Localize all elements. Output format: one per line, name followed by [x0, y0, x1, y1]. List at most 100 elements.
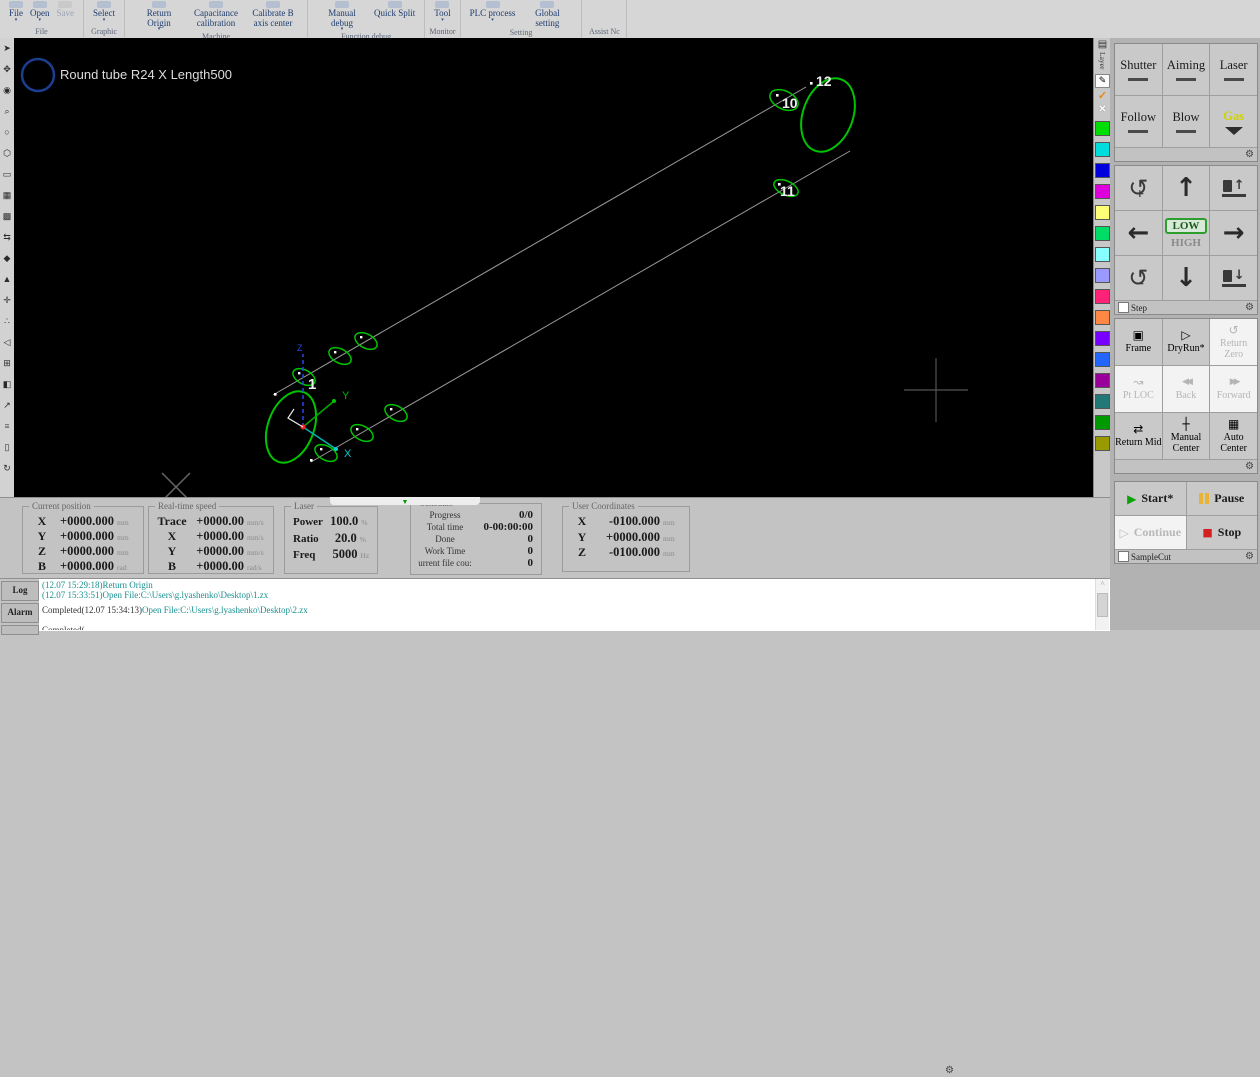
hatch-tool-icon[interactable]: ▩ [0, 206, 14, 227]
calibrate-b-axis-center-button[interactable]: Calibrate B axis center [246, 1, 300, 28]
layer-edit-icon[interactable]: ✎ [1095, 73, 1110, 88]
z-down-button[interactable]: ↓ [1210, 256, 1257, 300]
layer-clear-icon[interactable]: ✕ [1098, 103, 1106, 116]
forward-button[interactable]: ▶▶ Forward [1210, 366, 1257, 412]
select-tool-icon[interactable]: ➤ [0, 38, 14, 59]
status-collapse-handle[interactable]: ▼ [330, 497, 480, 506]
shutter-button[interactable]: Shutter [1115, 44, 1162, 95]
speed-high-label[interactable]: HIGH [1171, 237, 1201, 249]
file-button[interactable]: File ▾ [7, 1, 25, 23]
layer-color-swatch[interactable] [1095, 351, 1110, 367]
tab-log[interactable]: Log [1, 581, 39, 601]
jog-settings-gear-icon[interactable]: ⚙ [1245, 302, 1254, 314]
layer-color-swatch[interactable] [1095, 372, 1110, 388]
layers-icon[interactable]: ▤ [1098, 38, 1107, 51]
jog-left-button[interactable]: ← [1115, 211, 1162, 255]
layer-color-swatch[interactable] [1095, 414, 1110, 430]
layer-color-swatch[interactable] [1095, 330, 1110, 346]
return-zero-button[interactable]: ↺ Return Zero [1210, 319, 1257, 365]
layer-color-swatch[interactable] [1095, 288, 1110, 304]
open-button[interactable]: Open ▾ [28, 1, 52, 23]
jog-up-button[interactable]: ↑ [1162, 166, 1210, 210]
samplecut-checkbox[interactable] [1118, 551, 1129, 562]
zoom-tool-icon[interactable]: ⌕ [0, 101, 14, 122]
manual-center-button[interactable]: ┼ Manual Center [1162, 413, 1210, 459]
tube-end-ellipse-near[interactable] [257, 384, 326, 469]
pt-loc-button[interactable]: ↝ Pt LOC [1115, 366, 1162, 412]
revert-tool-icon[interactable]: ↻ [0, 458, 14, 479]
jog-right-button[interactable]: → [1210, 211, 1257, 255]
manual-debug-button[interactable]: Manual debug ▾ [315, 1, 369, 32]
pan-tool-icon[interactable]: ✥ [0, 59, 14, 80]
rotate-minus-button[interactable]: ↺ − [1115, 256, 1162, 300]
aiming-button[interactable]: Aiming [1162, 44, 1210, 95]
measure-tool-icon[interactable]: ↗ [0, 395, 14, 416]
rotate-plus-button[interactable]: ↺ + [1115, 166, 1162, 210]
speed-low-badge[interactable]: LOW [1164, 217, 1208, 234]
capacitance-calibration-button[interactable]: Capacitance calibration [189, 1, 243, 28]
global-setting-button[interactable]: Global setting [520, 1, 574, 28]
layer-color-swatch[interactable] [1095, 225, 1110, 241]
start-button[interactable]: ▶ Start* [1115, 482, 1186, 515]
erase-tool-icon[interactable]: ◁ [0, 332, 14, 353]
layer-color-swatch[interactable] [1095, 162, 1110, 178]
tab-alarm[interactable]: Alarm [1, 603, 39, 623]
tab-partial[interactable] [1, 625, 39, 635]
fill-tool-icon[interactable]: ◧ [0, 374, 14, 395]
layer-color-swatch[interactable] [1095, 141, 1110, 157]
layer-color-swatch[interactable] [1095, 393, 1110, 409]
plc-process-button[interactable]: PLC process ▾ [468, 1, 518, 23]
layer-color-swatch[interactable] [1095, 204, 1110, 220]
tube-edge-top[interactable] [272, 86, 807, 396]
return-origin-button[interactable]: Return Origin ▾ [132, 1, 186, 32]
polygon-tool-icon[interactable]: ⬡ [0, 143, 14, 164]
tool-button[interactable]: Tool ▾ [432, 1, 452, 23]
auto-center-button[interactable]: ▦ Auto Center [1210, 413, 1257, 459]
status-settings-gear-icon[interactable]: ⚙ [945, 1065, 954, 1077]
node-edit-tool-icon[interactable]: ▦ [0, 185, 14, 206]
view-tool-icon[interactable]: ◉ [0, 80, 14, 101]
circle-tool-icon[interactable]: ○ [0, 122, 14, 143]
z-up-button[interactable]: ↑ [1210, 166, 1257, 210]
lead-out-tool-icon[interactable]: ▲ [0, 269, 14, 290]
center-tool-icon[interactable]: ✛ [0, 290, 14, 311]
rect-tool-icon[interactable]: ▭ [0, 164, 14, 185]
align-tool-icon[interactable]: ≡ [0, 416, 14, 437]
log-scrollbar[interactable]: ˄ [1095, 579, 1109, 630]
layer-color-swatch[interactable] [1095, 435, 1110, 451]
run-settings-gear-icon[interactable]: ⚙ [1245, 461, 1254, 473]
frame-button[interactable]: ▣ Frame [1115, 319, 1162, 365]
cycle-settings-gear-icon[interactable]: ⚙ [1245, 551, 1254, 563]
step-checkbox[interactable] [1118, 302, 1129, 313]
select-button[interactable]: Select ▾ [91, 1, 117, 23]
quick-split-button[interactable]: Quick Split [372, 1, 417, 19]
transform-tool-icon[interactable]: ⇆ [0, 227, 14, 248]
array-tool-icon[interactable]: ⊞ [0, 353, 14, 374]
follow-button[interactable]: Follow [1115, 96, 1162, 147]
back-button[interactable]: ◀◀ Back [1162, 366, 1210, 412]
lead-in-tool-icon[interactable]: ◆ [0, 248, 14, 269]
io-settings-gear-icon[interactable]: ⚙ [1245, 149, 1254, 161]
save-button[interactable]: Save [55, 1, 77, 19]
layer-color-swatch[interactable] [1095, 183, 1110, 199]
dryrun-button[interactable]: ▷ DryRun* [1162, 319, 1210, 365]
scroll-up-icon[interactable]: ˄ [1096, 579, 1109, 589]
layer-color-swatch[interactable] [1095, 309, 1110, 325]
speed-toggle[interactable]: LOW HIGH [1162, 211, 1210, 255]
laser-button[interactable]: Laser [1210, 44, 1257, 95]
scatter-tool-icon[interactable]: ∴ [0, 311, 14, 332]
drawing-canvas[interactable]: Round tube R24 X Length500 1 10 11 12 Z … [14, 38, 1093, 502]
layer-color-swatch[interactable] [1095, 246, 1110, 262]
pause-button[interactable]: Pause [1186, 482, 1257, 515]
layer-color-swatch[interactable] [1095, 120, 1110, 136]
return-mid-button[interactable]: ⇄ Return Mid [1115, 413, 1162, 459]
gas-button[interactable]: Gas [1210, 96, 1257, 147]
layer-apply-check-icon[interactable]: ✓ [1098, 90, 1107, 103]
frame-tool-icon[interactable]: ▯ [0, 437, 14, 458]
continue-button[interactable]: ▷ Continue [1115, 516, 1186, 549]
tube-edge-bottom[interactable] [310, 150, 851, 463]
blow-button[interactable]: Blow [1162, 96, 1210, 147]
scroll-thumb[interactable] [1097, 593, 1108, 617]
jog-down-button[interactable]: ↓ [1162, 256, 1210, 300]
layer-color-swatch[interactable] [1095, 267, 1110, 283]
